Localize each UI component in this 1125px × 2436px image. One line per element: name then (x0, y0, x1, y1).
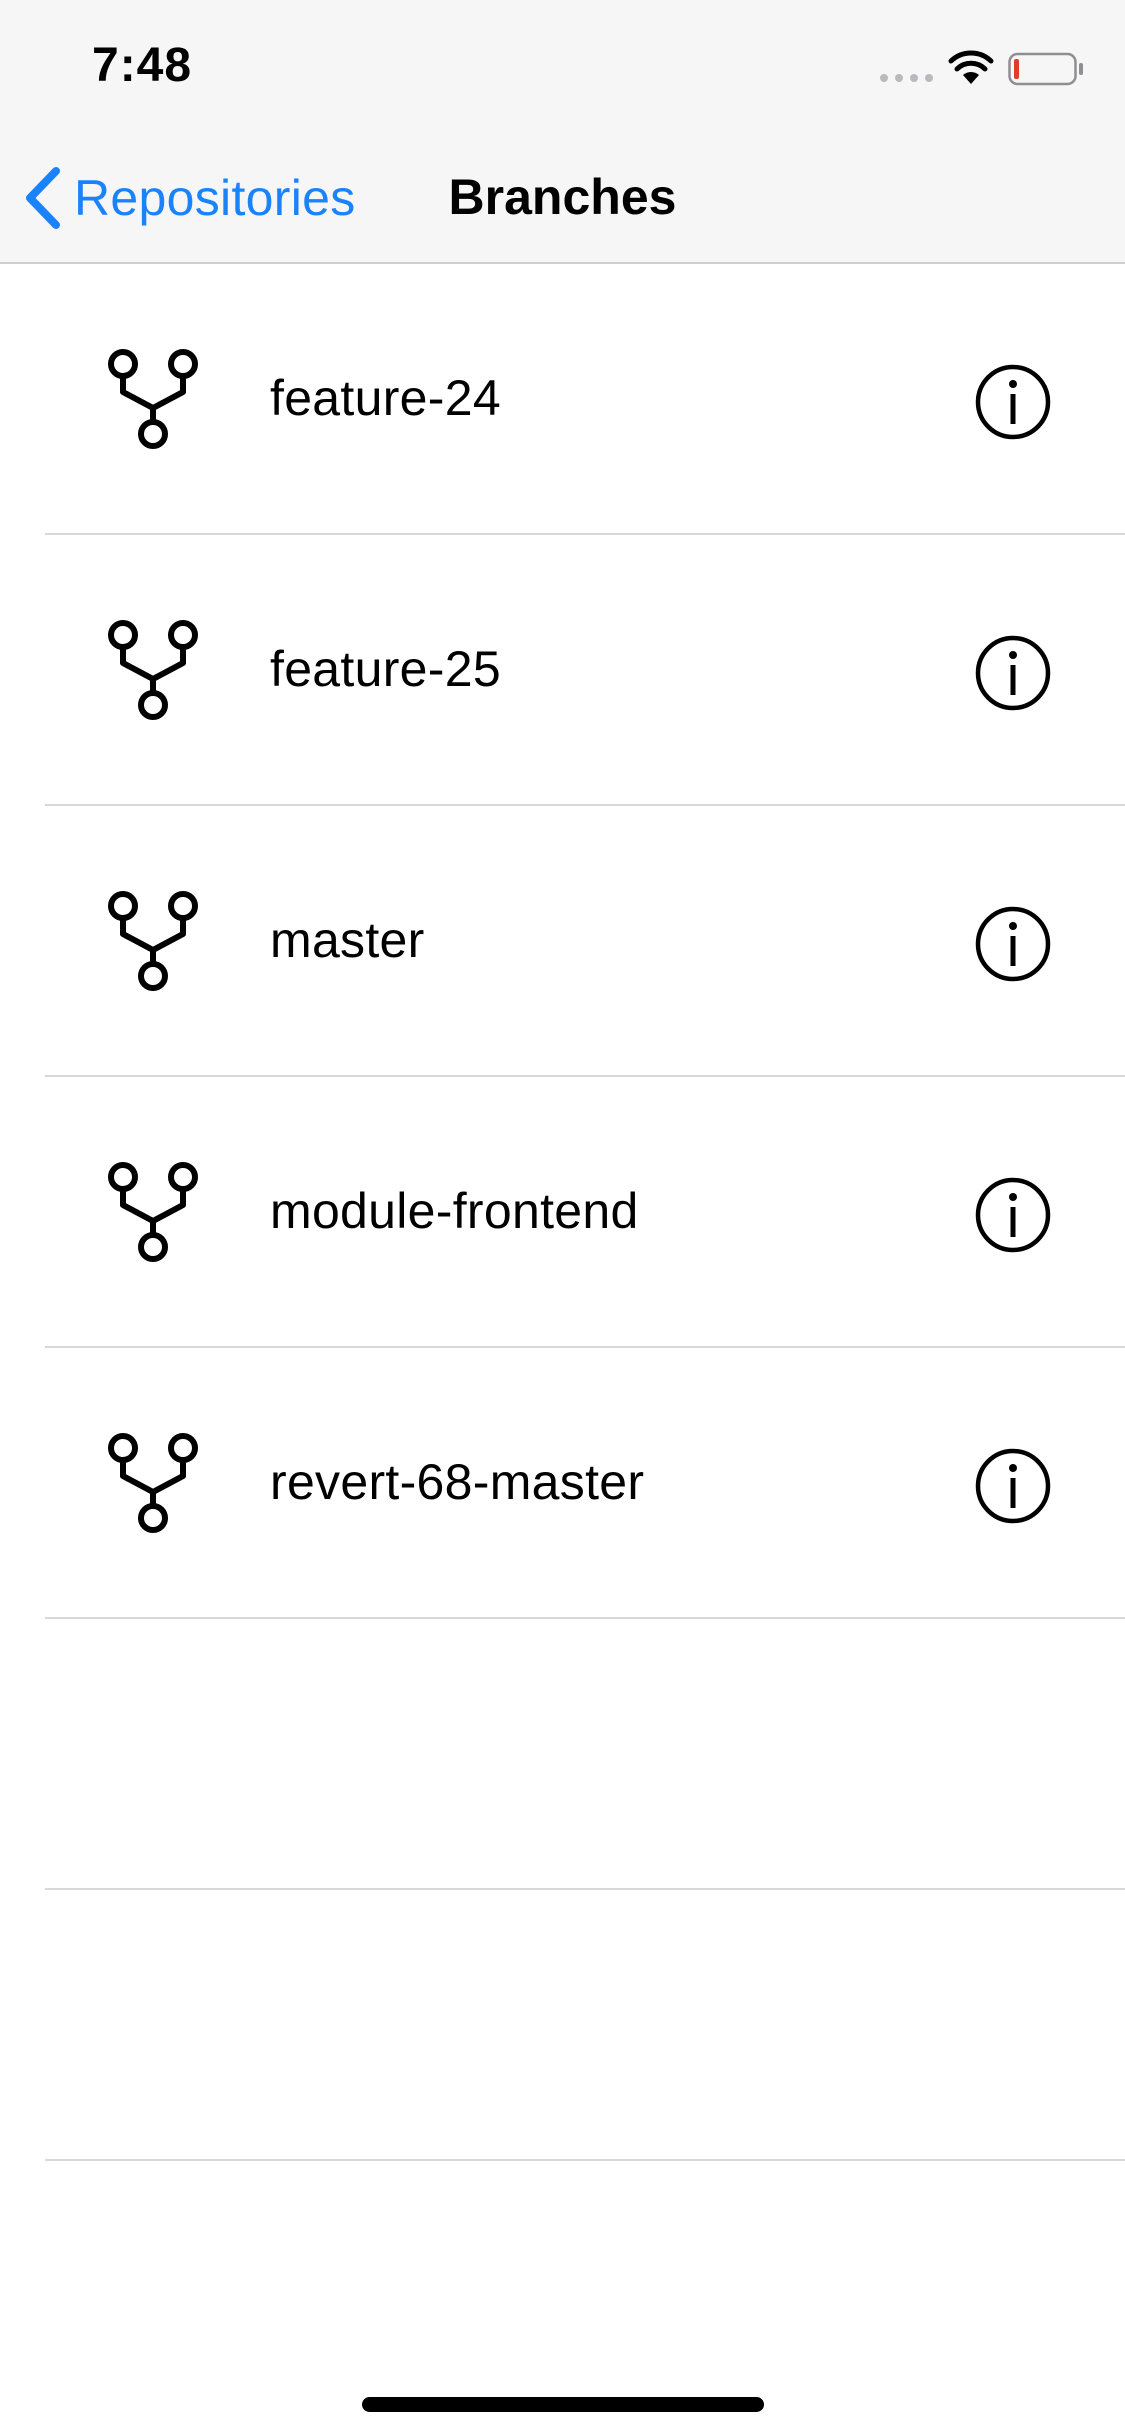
wifi-icon (948, 50, 994, 84)
branch-name: feature-24 (270, 370, 501, 426)
list-item[interactable]: master (45, 806, 1125, 1077)
info-icon[interactable] (975, 635, 1051, 711)
battery-icon (1008, 52, 1083, 86)
branch-name: master (270, 912, 425, 968)
list-item[interactable]: module-frontend (45, 1077, 1125, 1348)
empty-row (45, 1890, 1125, 2161)
branch-icon (108, 1162, 198, 1262)
screen: 7:48 Repositories Branches feature-24 fe… (0, 0, 1125, 2436)
home-indicator[interactable] (362, 2397, 764, 2412)
branch-icon (108, 1433, 198, 1533)
list-item[interactable]: revert-68-master (45, 1348, 1125, 1619)
branch-icon (108, 349, 198, 449)
cellular-signal-icon (880, 74, 934, 84)
info-icon[interactable] (975, 364, 1051, 440)
navigation-header: 7:48 Repositories Branches (0, 0, 1125, 264)
info-icon[interactable] (975, 906, 1051, 982)
info-icon[interactable] (975, 1177, 1051, 1253)
info-icon[interactable] (975, 1448, 1051, 1524)
list-item[interactable]: feature-24 (45, 264, 1125, 535)
page-title: Branches (448, 169, 677, 225)
branch-name: module-frontend (270, 1183, 639, 1239)
empty-row (45, 1619, 1125, 1890)
branch-icon (108, 891, 198, 991)
status-time: 7:48 (92, 39, 193, 92)
branch-list: feature-24 feature-25 master module-fron… (0, 264, 1125, 2161)
branch-name: feature-25 (270, 641, 501, 697)
branch-name: revert-68-master (270, 1454, 645, 1510)
list-item[interactable]: feature-25 (45, 535, 1125, 806)
branch-icon (108, 620, 198, 720)
